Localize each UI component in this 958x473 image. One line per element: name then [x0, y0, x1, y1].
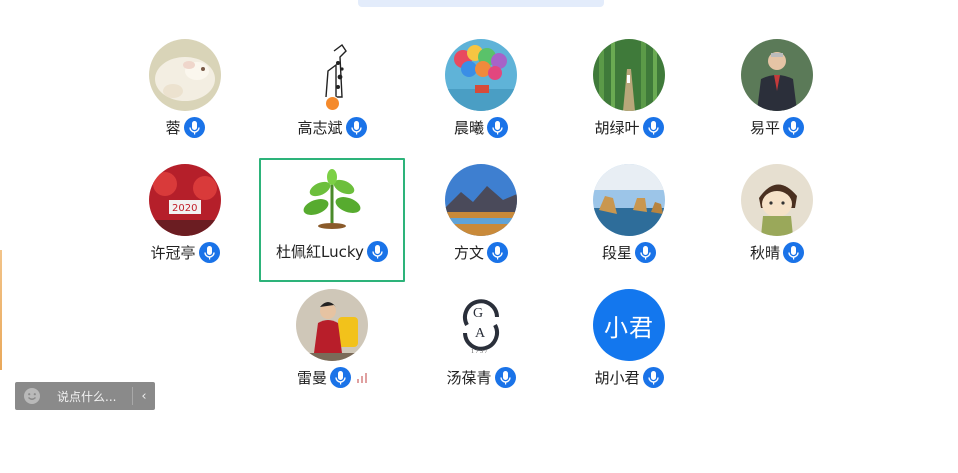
participant-tile[interactable]: GA 1 7 3 7 汤葆青 — [408, 284, 554, 408]
sprout-icon — [296, 163, 368, 235]
participant-name: 蓉 — [165, 118, 181, 137]
participant-tile[interactable]: 胡绿叶 — [556, 34, 702, 158]
participant-name: 段星 — [601, 243, 632, 262]
participant-name: 高志斌 — [297, 118, 343, 137]
participant-tile[interactable]: 2020 许冠亭 — [112, 159, 258, 283]
participant-name: 秋晴 — [749, 243, 780, 262]
avatar — [296, 289, 368, 361]
mic-icon[interactable] — [330, 366, 351, 388]
mic-icon[interactable] — [487, 241, 508, 263]
chevron-left-icon[interactable]: ‹ — [133, 382, 155, 410]
mic-icon[interactable] — [494, 366, 516, 388]
mic-icon[interactable] — [642, 116, 664, 138]
mic-icon[interactable] — [366, 240, 388, 262]
participant-tile[interactable]: 段星 — [556, 159, 702, 283]
chat-placeholder[interactable]: 说点什么... — [57, 388, 132, 405]
mic-icon[interactable] — [783, 241, 804, 263]
participant-name: 方文 — [453, 243, 484, 262]
mic-icon[interactable] — [635, 241, 656, 263]
participant-name: 胡小君 — [594, 368, 640, 387]
participant-tile[interactable]: 小君 胡小君 — [556, 284, 702, 408]
svg-text:1 7 3 7: 1 7 3 7 — [471, 349, 488, 355]
mic-icon[interactable] — [198, 241, 220, 263]
participant-tile[interactable]: 易平 — [704, 34, 850, 158]
volume-bars-icon — [357, 371, 367, 383]
avatar — [445, 39, 517, 111]
participant-tile[interactable]: 晨曦 — [408, 34, 554, 158]
svg-text:G: G — [473, 306, 483, 321]
svg-text:A: A — [475, 326, 486, 341]
host-badge-icon — [325, 96, 340, 111]
chat-input-bar[interactable]: 说点什么... ‹ — [15, 382, 155, 410]
participant-tile[interactable]: 高志斌 — [259, 34, 405, 158]
participant-name: 汤葆青 — [446, 368, 492, 387]
mic-icon[interactable] — [487, 116, 508, 138]
participant-name: 易平 — [749, 118, 780, 137]
participant-name: 雷曼 — [296, 368, 327, 387]
svg-text:2020: 2020 — [172, 203, 197, 214]
participant-name: 杜佩紅Lucky — [276, 242, 364, 261]
mic-icon[interactable] — [783, 116, 804, 138]
participant-tile[interactable]: 方文 — [408, 159, 554, 283]
participant-tile-selected[interactable]: 杜佩紅Lucky — [259, 158, 405, 282]
avatar: 2020 — [149, 164, 221, 236]
smile-icon[interactable] — [23, 387, 41, 405]
participant-tile[interactable]: 蓉 — [112, 34, 258, 158]
avatar — [741, 164, 813, 236]
participant-name: 晨曦 — [453, 118, 484, 137]
participant-tile[interactable]: 秋晴 — [704, 159, 850, 283]
avatar — [445, 164, 517, 236]
participant-tile[interactable]: 雷曼 — [259, 284, 405, 408]
participant-name: 许冠亭 — [150, 243, 196, 262]
participant-name: 胡绿叶 — [594, 118, 640, 137]
mic-icon[interactable] — [642, 366, 664, 388]
avatar — [593, 164, 665, 236]
mic-icon[interactable] — [183, 116, 205, 138]
avatar — [741, 39, 813, 111]
avatar: GA 1 7 3 7 — [445, 289, 517, 361]
avatar — [593, 39, 665, 111]
avatar — [149, 39, 221, 111]
text-avatar: 小君 — [593, 289, 665, 361]
mic-icon[interactable] — [345, 116, 367, 138]
